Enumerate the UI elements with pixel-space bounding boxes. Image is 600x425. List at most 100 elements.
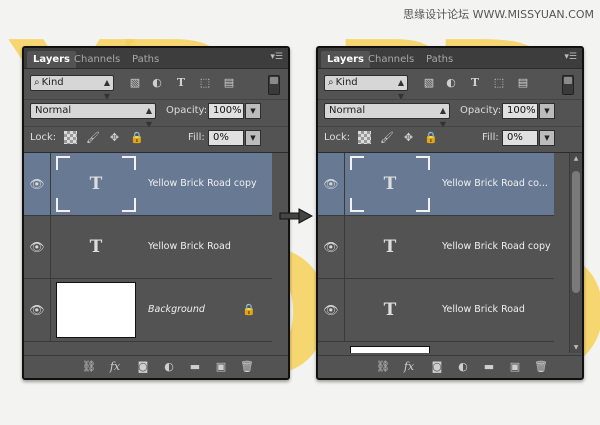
scrollbar-thumb[interactable] [572,171,580,293]
arrow-right-icon [279,208,313,224]
fill-dropdown-button[interactable]: ▼ [245,130,261,146]
eye-icon[interactable]: 👁 [318,153,345,215]
tab-paths[interactable]: Paths [126,51,165,68]
adjustment-filter-icon[interactable]: ◐ [444,76,458,90]
new-layer-icon[interactable]: ▣ [508,360,522,374]
background-thumbnail-partial [350,346,430,353]
mask-icon[interactable]: ◙ [136,360,150,374]
type-icon: T [383,300,397,320]
type-filter-icon[interactable]: T [174,76,188,90]
fill-label: Fill: [188,132,205,143]
panel-tabs: Layers Channels Paths ▾☰ [24,48,288,69]
smart-object-filter-icon[interactable]: ▤ [516,76,530,90]
scroll-up-arrow-icon[interactable]: ▲ [570,155,582,162]
type-filter-icon[interactable]: T [468,76,482,90]
smart-object-filter-icon[interactable]: ▤ [222,76,236,90]
link-icon[interactable]: ⛓ [376,360,390,374]
layer-row[interactable]: 👁 Background 🔒 [24,279,272,342]
layers-scrollbar[interactable]: ▲ ▼ [569,153,582,353]
filter-kind-label: Kind [41,77,64,88]
layer-name: Yellow Brick Road copy [148,178,257,189]
panel-menu-icon[interactable]: ▾☰ [564,52,577,62]
fx-icon[interactable]: fx [108,360,122,374]
tab-channels[interactable]: Channels [68,51,126,68]
text-layer-thumbnail: T [350,156,430,212]
eye-icon[interactable]: 👁 [24,153,51,215]
adjustment-icon[interactable]: ◐ [456,360,470,374]
tab-channels[interactable]: Channels [362,51,420,68]
eye-icon[interactable]: 👁 [318,279,345,341]
adjustment-icon[interactable]: ◐ [162,360,176,374]
layers-panel-before: Layers Channels Paths ▾☰ ⌕ Kind ▲ ▼ ▧ ◐ T … [22,46,290,380]
lock-transparency-icon[interactable] [64,131,77,144]
scroll-down-arrow-icon[interactable]: ▼ [570,344,582,351]
type-icon: T [383,174,397,194]
tab-paths[interactable]: Paths [420,51,459,68]
fill-input[interactable]: 0% [502,130,538,146]
fill-input[interactable]: 0% [208,130,244,146]
blend-mode-value: Normal [35,105,72,116]
fx-icon[interactable]: fx [402,360,416,374]
layer-row[interactable]: 👁 T Yellow Brick Road copy [24,153,272,216]
layers-panel-after: Layers Channels Paths ▾☰ ⌕ Kind ▲ ▼ ▧ ◐ T … [316,46,584,380]
layer-row[interactable]: 👁 T Yellow Brick Road co... [318,153,554,216]
opacity-dropdown-button[interactable]: ▼ [539,103,555,119]
folder-icon[interactable]: ▬ [482,360,496,374]
blend-mode-select[interactable]: Normal ▲ ▼ [30,103,156,129]
lock-row: Lock: 🖌 ✥ 🔒 Fill: 0% ▼ [24,126,288,149]
panel-bottom-toolbar: ⛓ fx ◙ ◐ ▬ ▣ 🗑 [318,355,582,378]
filter-kind-label: Kind [335,77,358,88]
blend-row: Normal ▲ ▼ Opacity: 100% ▼ [24,99,288,129]
opacity-input[interactable]: 100% [502,103,538,119]
mask-icon[interactable]: ◙ [430,360,444,374]
text-layer-thumbnail: T [350,282,430,338]
lock-icon[interactable]: 🔒 [424,131,438,144]
type-icon: T [383,237,397,257]
blend-row: Normal ▲ ▼ Opacity: 100% ▼ [318,99,582,129]
lock-icon: 🔒 [242,303,256,316]
trash-icon[interactable]: 🗑 [240,360,254,374]
layer-row[interactable]: 👁 T Yellow Brick Road [24,216,272,279]
layer-name: Yellow Brick Road [442,304,525,315]
filter-kind-select[interactable]: ⌕ Kind ▲ ▼ [324,75,408,101]
folder-icon[interactable]: ▬ [188,360,202,374]
image-filter-icon[interactable]: ▧ [128,76,142,90]
layer-row[interactable]: 👁 T Yellow Brick Road copy [318,216,554,279]
lock-transparency-icon[interactable] [358,131,371,144]
trash-icon[interactable]: 🗑 [534,360,548,374]
opacity-dropdown-button[interactable]: ▼ [245,103,261,119]
filter-toggle[interactable] [268,75,280,95]
new-layer-icon[interactable]: ▣ [214,360,228,374]
text-layer-thumbnail: T [56,219,136,275]
blend-mode-select[interactable]: Normal ▲ ▼ [324,103,450,129]
move-icon[interactable]: ✥ [402,131,415,144]
opacity-input[interactable]: 100% [208,103,244,119]
search-icon: ⌕ [34,77,40,88]
image-filter-icon[interactable]: ▧ [422,76,436,90]
lock-icon[interactable]: 🔒 [130,131,144,144]
filter-toggle[interactable] [562,75,574,95]
layer-name: Yellow Brick Road copy [442,241,551,252]
layer-name: Yellow Brick Road co... [442,178,548,189]
adjustment-filter-icon[interactable]: ◐ [150,76,164,90]
panel-bottom-toolbar: ⛓ fx ◙ ◐ ▬ ▣ 🗑 [24,355,288,378]
eye-icon[interactable]: 👁 [318,216,345,278]
background-thumbnail [56,282,136,338]
link-icon[interactable]: ⛓ [82,360,96,374]
lock-label: Lock: [324,132,351,143]
eye-icon[interactable]: 👁 [24,216,51,278]
layer-row[interactable]: 👁 T Yellow Brick Road [318,279,554,342]
shape-filter-icon[interactable]: ⬚ [492,76,506,90]
filter-kind-select[interactable]: ⌕ Kind ▲ ▼ [30,75,114,101]
eye-icon[interactable]: 👁 [24,279,51,341]
brush-icon[interactable]: 🖌 [86,131,100,144]
brush-icon[interactable]: 🖌 [380,131,394,144]
fill-dropdown-button[interactable]: ▼ [539,130,555,146]
layers-list: 👁 T Yellow Brick Road copy 👁 T Yellow Br… [24,152,288,353]
opacity-label: Opacity: [166,105,208,116]
move-icon[interactable]: ✥ [108,131,121,144]
shape-filter-icon[interactable]: ⬚ [198,76,212,90]
type-icon: T [89,237,103,257]
panel-menu-icon[interactable]: ▾☰ [270,52,283,62]
text-layer-thumbnail: T [350,219,430,275]
